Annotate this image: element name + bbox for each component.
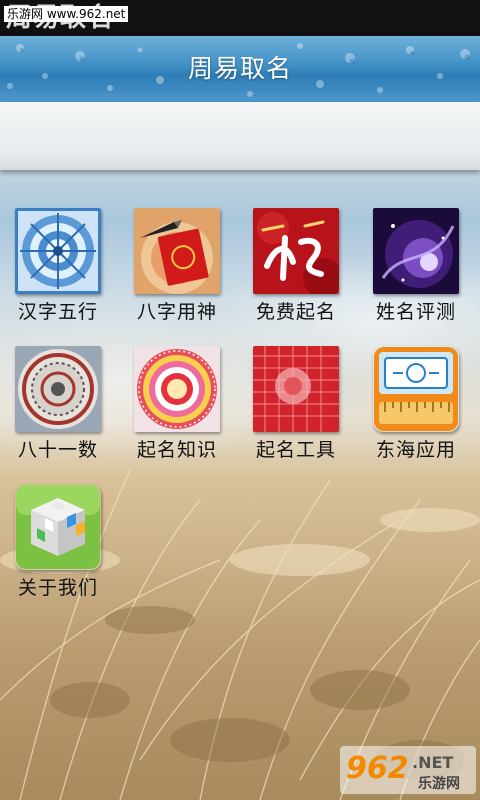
grid-item-label: 八字用神 xyxy=(136,301,217,323)
site-badge: 乐游网 www.962.net xyxy=(4,6,129,22)
svg-text:.NET: .NET xyxy=(412,753,453,772)
round-disc-icon xyxy=(15,346,101,432)
grid-item-label: 起名知识 xyxy=(136,439,217,461)
banner-strip xyxy=(0,102,480,170)
962-watermark-logo: 962 .NET 乐游网 xyxy=(340,746,476,794)
red-envelope-icon xyxy=(134,208,220,294)
grid-item-label: 姓名评测 xyxy=(375,301,456,323)
grid-item-label: 汉字五行 xyxy=(17,301,98,323)
status-bar: 周易取名 乐游网 www.962.net xyxy=(0,0,480,36)
grid-item-label: 免费起名 xyxy=(255,301,336,323)
app-header: 周易取名 xyxy=(0,36,480,102)
grid-item-label: 东海应用 xyxy=(375,439,456,461)
colorful-wheel-icon xyxy=(134,346,220,432)
grid-item-label: 起名工具 xyxy=(255,439,336,461)
ruler-tool-icon xyxy=(373,346,459,432)
grid-item-label: 八十一数 xyxy=(17,439,98,461)
grid-item-label: 关于我们 xyxy=(17,577,98,599)
name-calligraphy-icon xyxy=(253,208,339,294)
svg-text:乐游网: 乐游网 xyxy=(418,775,460,792)
page-title: 周易取名 xyxy=(187,54,292,83)
svg-text:962: 962 xyxy=(346,751,409,786)
cube-icon xyxy=(15,484,101,570)
red-pattern-icon xyxy=(253,346,339,432)
purple-galaxy-icon xyxy=(373,208,459,294)
bagua-compass-icon xyxy=(15,208,101,294)
